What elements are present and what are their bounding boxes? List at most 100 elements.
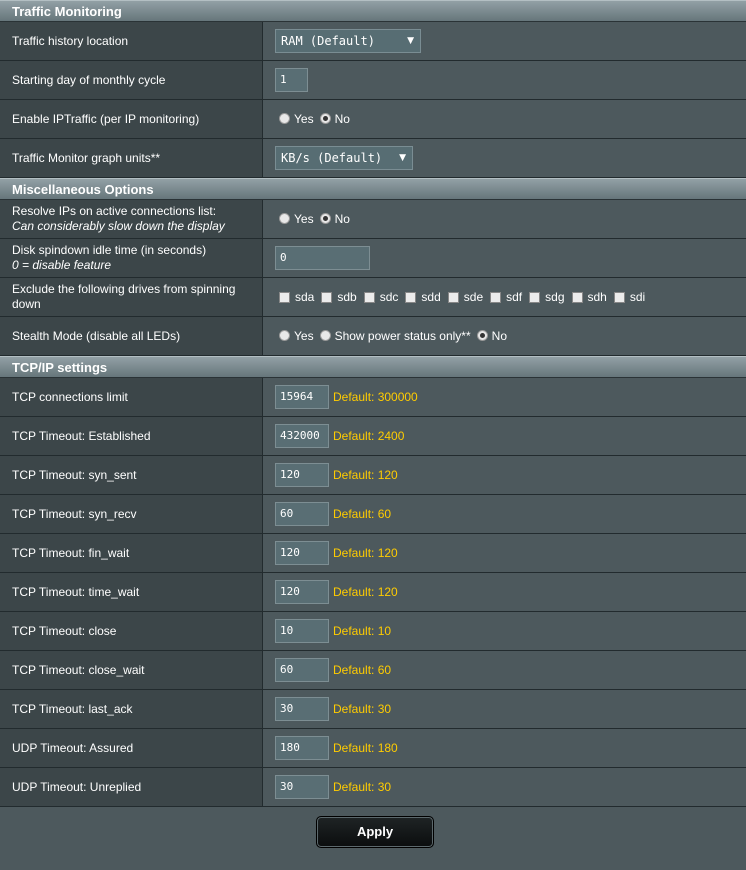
drive-sdd-option[interactable]: sdd <box>405 290 441 304</box>
iptraffic-no-option[interactable]: No <box>319 112 350 126</box>
stealth-mode-label: Stealth Mode (disable all LEDs) <box>0 317 263 355</box>
drive-sdf-option[interactable]: sdf <box>490 290 522 304</box>
tcpip-row: TCP Timeout: fin_wait 120 Default: 120 <box>0 534 746 573</box>
default-value-note: Default: 30 <box>333 702 392 716</box>
drive-sdh-checkbox[interactable] <box>571 291 583 303</box>
graph-units-select[interactable]: KB/s (Default) ▼ <box>275 146 413 170</box>
drive-label: sdh <box>587 290 607 304</box>
enable-iptraffic-label: Enable IPTraffic (per IP monitoring) <box>0 100 263 138</box>
resolve-yes-radio[interactable] <box>279 212 290 224</box>
default-value-note: Default: 120 <box>333 546 398 560</box>
row-traffic-history-location: Traffic history location RAM (Default) ▼ <box>0 22 746 61</box>
tcpip-value-input[interactable]: 120 <box>275 580 329 604</box>
drive-sdg-option[interactable]: sdg <box>529 290 565 304</box>
section-header-tcpip-settings: TCP/IP settings <box>0 356 746 378</box>
stealth-no-option[interactable]: No <box>476 329 507 343</box>
graph-units-value: KB/s (Default) <box>281 151 383 165</box>
drive-sdi-option[interactable]: sdi <box>613 290 645 304</box>
section-header-miscellaneous-options: Miscellaneous Options <box>0 178 746 200</box>
traffic-history-location-value: RAM (Default) <box>281 34 375 48</box>
drive-sdi-checkbox[interactable] <box>613 291 625 303</box>
default-value-note: Default: 300000 <box>333 390 418 404</box>
stealth-power-radio[interactable] <box>319 329 331 341</box>
tcpip-row: TCP Timeout: last_ack 30 Default: 30 <box>0 690 746 729</box>
stealth-no-radio[interactable] <box>476 329 488 341</box>
starting-day-input[interactable]: 1 <box>275 68 308 92</box>
traffic-history-location-label: Traffic history location <box>0 22 263 60</box>
resolve-yes-option[interactable]: Yes <box>279 212 314 226</box>
drive-sdc-checkbox[interactable] <box>363 291 375 303</box>
drive-label: sdb <box>337 290 357 304</box>
tcpip-value-input[interactable]: 432000 <box>275 424 329 448</box>
drive-sdb-checkbox[interactable] <box>321 291 333 303</box>
row-graph-units: Traffic Monitor graph units** KB/s (Defa… <box>0 139 746 178</box>
default-value-note: Default: 10 <box>333 624 392 638</box>
drive-sdf-checkbox[interactable] <box>490 291 502 303</box>
row-resolve-ips: Resolve IPs on active connections list: … <box>0 200 746 239</box>
default-value-note: Default: 2400 <box>333 429 405 443</box>
drive-sde-option[interactable]: sde <box>447 290 483 304</box>
row-disk-spindown: Disk spindown idle time (in seconds) 0 =… <box>0 239 746 278</box>
tcpip-value-input[interactable]: 60 <box>275 502 329 526</box>
tcpip-row-label: UDP Timeout: Assured <box>0 729 263 767</box>
default-value-note: Default: 60 <box>333 663 392 677</box>
tcpip-row-label: TCP Timeout: syn_recv <box>0 495 263 533</box>
tcpip-row-label: TCP Timeout: last_ack <box>0 690 263 728</box>
stealth-yes-radio[interactable] <box>279 329 290 341</box>
row-exclude-drives: Exclude the following drives from spinni… <box>0 278 746 317</box>
drive-label: sda <box>295 290 315 304</box>
starting-day-label: Starting day of monthly cycle <box>0 61 263 99</box>
drive-sde-checkbox[interactable] <box>447 291 459 303</box>
tcpip-value-input[interactable]: 60 <box>275 658 329 682</box>
resolve-no-radio[interactable] <box>319 212 331 224</box>
drive-sdd-checkbox[interactable] <box>405 291 417 303</box>
tcpip-row-label: TCP Timeout: close <box>0 612 263 650</box>
tcpip-row: TCP Timeout: Established 432000 Default: 2… <box>0 417 746 456</box>
stealth-power-option[interactable]: Show power status only** <box>319 329 471 343</box>
drive-sda-checkbox[interactable] <box>279 291 290 303</box>
chevron-down-icon: ▼ <box>407 36 414 46</box>
drive-sdh-option[interactable]: sdh <box>571 290 607 304</box>
drive-label: sdf <box>506 290 523 304</box>
tcpip-row: UDP Timeout: Unreplied 30 Default: 30 <box>0 768 746 807</box>
tcpip-value-input[interactable]: 30 <box>275 775 329 799</box>
iptraffic-yes-option[interactable]: Yes <box>279 112 314 126</box>
iptraffic-no-radio[interactable] <box>319 112 331 124</box>
tcpip-value-input[interactable]: 120 <box>275 463 329 487</box>
apply-button[interactable]: Apply <box>316 815 434 848</box>
tcpip-row: TCP connections limit 15964 Default: 30000… <box>0 378 746 417</box>
apply-area: Apply <box>0 807 746 856</box>
exclude-drives-label: Exclude the following drives from spinni… <box>0 278 263 316</box>
tcpip-row-label: TCP connections limit <box>0 378 263 416</box>
tcpip-row: TCP Timeout: close_wait 60 Default: 60 <box>0 651 746 690</box>
graph-units-label: Traffic Monitor graph units** <box>0 139 263 177</box>
resolve-no-option[interactable]: No <box>319 212 350 226</box>
settings-page: Traffic Monitoring Traffic history locat… <box>0 0 746 870</box>
tcpip-row: TCP Timeout: syn_sent 120 Default: 120 <box>0 456 746 495</box>
tcpip-row: TCP Timeout: time_wait 120 Default: 120 <box>0 573 746 612</box>
tcpip-value-input[interactable]: 10 <box>275 619 329 643</box>
tcpip-value-input[interactable]: 30 <box>275 697 329 721</box>
disk-spindown-label: Disk spindown idle time (in seconds) 0 =… <box>0 239 263 277</box>
default-value-note: Default: 120 <box>333 468 398 482</box>
iptraffic-yes-radio[interactable] <box>279 112 290 124</box>
resolve-ips-label: Resolve IPs on active connections list: … <box>0 200 263 238</box>
tcpip-value-input[interactable]: 180 <box>275 736 329 760</box>
stealth-yes-option[interactable]: Yes <box>279 329 314 343</box>
drive-sdg-checkbox[interactable] <box>529 291 541 303</box>
tcpip-row: TCP Timeout: close 10 Default: 10 <box>0 612 746 651</box>
drive-sda-option[interactable]: sda <box>279 290 314 304</box>
tcpip-value-input[interactable]: 15964 <box>275 385 329 409</box>
disk-spindown-input[interactable]: 0 <box>275 246 370 270</box>
tcpip-row-label: TCP Timeout: Established <box>0 417 263 455</box>
tcpip-row-label: TCP Timeout: fin_wait <box>0 534 263 572</box>
drive-sdb-option[interactable]: sdb <box>321 290 357 304</box>
tcpip-row: UDP Timeout: Assured 180 Default: 180 <box>0 729 746 768</box>
drive-sdc-option[interactable]: sdc <box>363 290 398 304</box>
tcpip-value-input[interactable]: 120 <box>275 541 329 565</box>
disk-spindown-hint: 0 = disable feature <box>12 258 112 272</box>
default-value-note: Default: 120 <box>333 585 398 599</box>
row-stealth-mode: Stealth Mode (disable all LEDs) Yes Show… <box>0 317 746 356</box>
traffic-history-location-select[interactable]: RAM (Default) ▼ <box>275 29 421 53</box>
drive-label: sdg <box>545 290 565 304</box>
